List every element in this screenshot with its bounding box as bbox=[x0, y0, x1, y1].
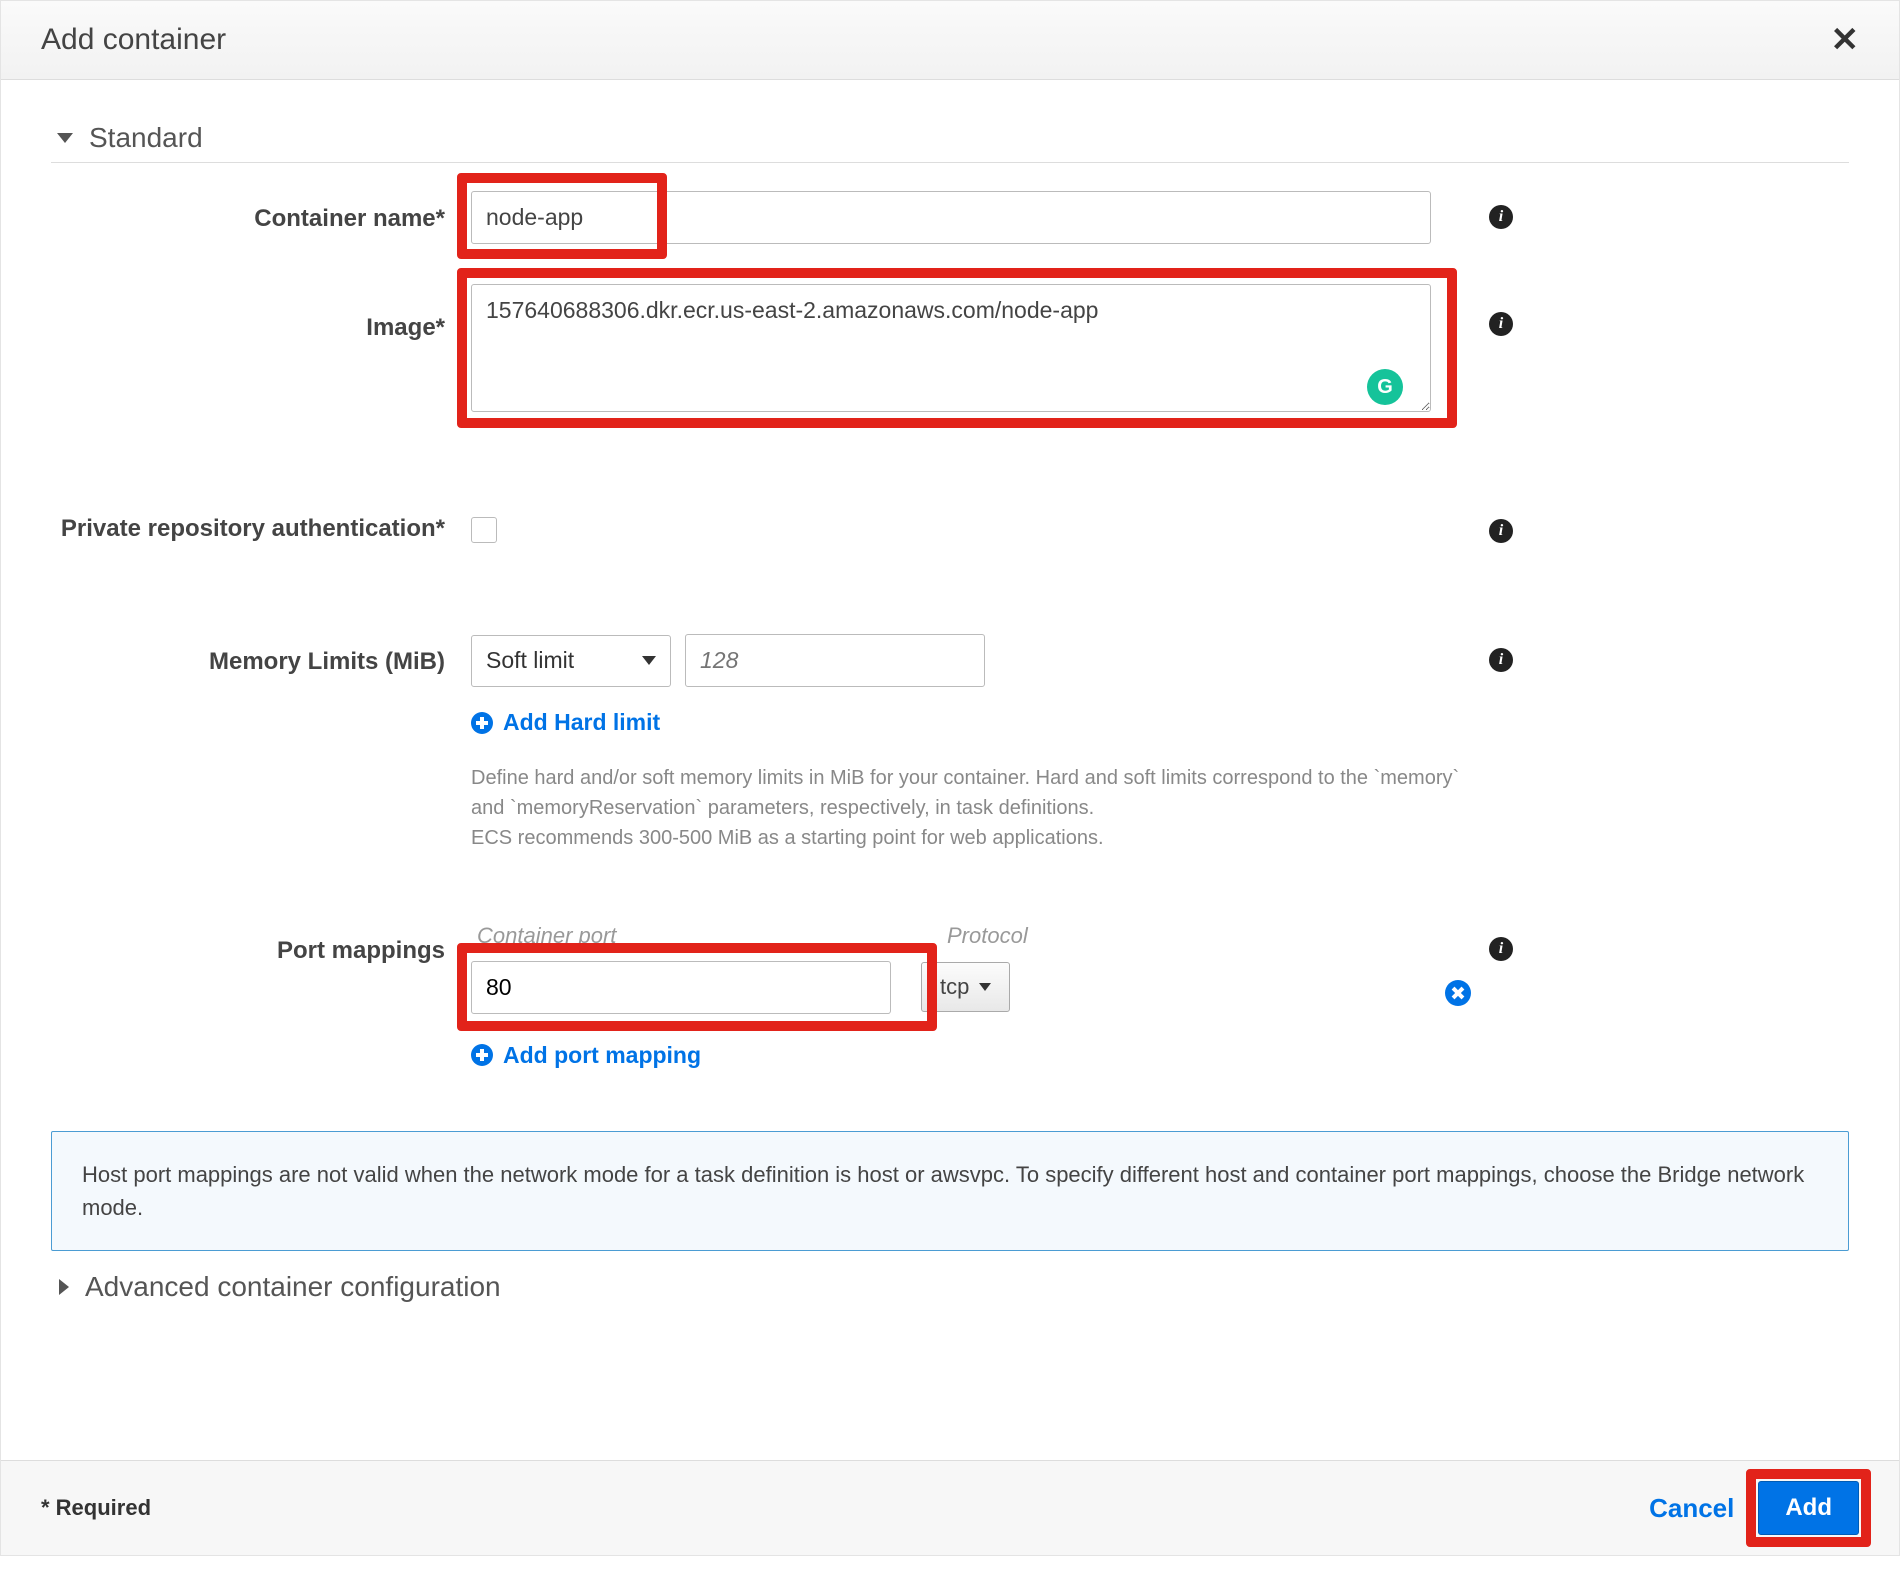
port-header-container-port: Container port bbox=[477, 923, 917, 949]
row-private-repo-auth: Private repository authentication* i bbox=[51, 507, 1849, 544]
section-advanced-header[interactable]: Advanced container configuration bbox=[51, 1271, 1849, 1303]
image-info: i bbox=[1471, 284, 1531, 336]
plus-icon bbox=[471, 1044, 493, 1066]
port-mappings-label: Port mappings bbox=[51, 923, 471, 966]
memory-limits-control: Soft limit Add Hard limit Define hard an… bbox=[471, 634, 1471, 853]
row-container-name: Container name* i bbox=[51, 191, 1849, 244]
modal-footer: * Required Cancel Add bbox=[1, 1460, 1899, 1555]
row-port-mappings: Port mappings Container port Protocol tc… bbox=[51, 923, 1849, 1072]
section-standard-title: Standard bbox=[89, 122, 203, 154]
port-mappings-header: Container port Protocol bbox=[471, 923, 1471, 949]
add-port-mapping-label: Add port mapping bbox=[503, 1042, 701, 1069]
chevron-down-icon bbox=[642, 656, 656, 665]
modal-header: Add container ✕ bbox=[1, 1, 1899, 80]
private-repo-auth-info: i bbox=[1471, 507, 1531, 543]
image-label: Image* bbox=[51, 284, 471, 343]
chevron-right-icon bbox=[59, 1279, 69, 1295]
image-input[interactable]: 157640688306.dkr.ecr.us-east-2.amazonaws… bbox=[471, 284, 1431, 412]
plus-icon bbox=[471, 712, 493, 734]
cancel-button[interactable]: Cancel bbox=[1649, 1493, 1734, 1524]
private-repo-auth-label: Private repository authentication* bbox=[51, 507, 471, 544]
protocol-select[interactable]: tcp bbox=[921, 962, 1010, 1012]
container-name-label: Container name* bbox=[51, 191, 471, 234]
info-icon[interactable]: i bbox=[1489, 937, 1513, 961]
container-port-input[interactable] bbox=[471, 961, 891, 1014]
divider bbox=[51, 162, 1849, 163]
container-name-info: i bbox=[1471, 191, 1531, 229]
memory-limits-label: Memory Limits (MiB) bbox=[51, 634, 471, 677]
remove-port-mapping-icon[interactable] bbox=[1445, 980, 1471, 1006]
close-icon[interactable]: ✕ bbox=[1831, 23, 1860, 57]
port-mappings-info: i bbox=[1471, 923, 1531, 961]
row-image: Image* 157640688306.dkr.ecr.us-east-2.am… bbox=[51, 284, 1849, 417]
required-note: * Required bbox=[41, 1495, 151, 1521]
add-hard-limit-label: Add Hard limit bbox=[503, 709, 660, 736]
section-advanced-title: Advanced container configuration bbox=[85, 1271, 501, 1303]
add-button[interactable]: Add bbox=[1758, 1481, 1859, 1535]
grammarly-icon: G bbox=[1367, 369, 1403, 405]
image-control: 157640688306.dkr.ecr.us-east-2.amazonaws… bbox=[471, 284, 1471, 417]
section-standard-header[interactable]: Standard bbox=[51, 122, 1849, 154]
add-button-wrap: Add bbox=[1758, 1481, 1859, 1535]
memory-limits-help: Define hard and/or soft memory limits in… bbox=[471, 763, 1471, 853]
network-mode-info-panel: Host port mappings are not valid when th… bbox=[51, 1131, 1849, 1251]
footer-actions: Cancel Add bbox=[1649, 1481, 1859, 1535]
info-icon[interactable]: i bbox=[1489, 205, 1513, 229]
add-container-modal: Add container ✕ Standard Container name*… bbox=[0, 0, 1900, 1556]
memory-limit-value-input[interactable] bbox=[685, 634, 985, 687]
chevron-down-icon bbox=[57, 133, 73, 143]
chevron-down-icon bbox=[979, 983, 991, 991]
private-repo-auth-checkbox[interactable] bbox=[471, 517, 497, 543]
info-icon[interactable]: i bbox=[1489, 648, 1513, 672]
add-port-mapping-link[interactable]: Add port mapping bbox=[471, 1042, 701, 1069]
add-hard-limit-link[interactable]: Add Hard limit bbox=[471, 709, 660, 736]
container-name-input[interactable] bbox=[471, 191, 1431, 244]
image-textarea-wrap: 157640688306.dkr.ecr.us-east-2.amazonaws… bbox=[471, 284, 1431, 417]
modal-title: Add container bbox=[41, 23, 226, 57]
port-header-protocol: Protocol bbox=[947, 923, 1087, 949]
info-icon[interactable]: i bbox=[1489, 519, 1513, 543]
protocol-value: tcp bbox=[940, 974, 969, 1000]
info-icon[interactable]: i bbox=[1489, 312, 1513, 336]
modal-body: Standard Container name* i Image* 157640… bbox=[1, 80, 1899, 1460]
container-name-control bbox=[471, 191, 1471, 244]
port-mappings-control: Container port Protocol tcp Add port map… bbox=[471, 923, 1471, 1072]
memory-limit-type-value: Soft limit bbox=[486, 647, 574, 674]
private-repo-auth-control bbox=[471, 507, 1471, 543]
memory-limits-info: i bbox=[1471, 634, 1531, 672]
port-mapping-row: tcp bbox=[471, 961, 1471, 1014]
row-memory-limits: Memory Limits (MiB) Soft limit Add Hard … bbox=[51, 634, 1849, 853]
memory-limit-type-select[interactable]: Soft limit bbox=[471, 635, 671, 687]
